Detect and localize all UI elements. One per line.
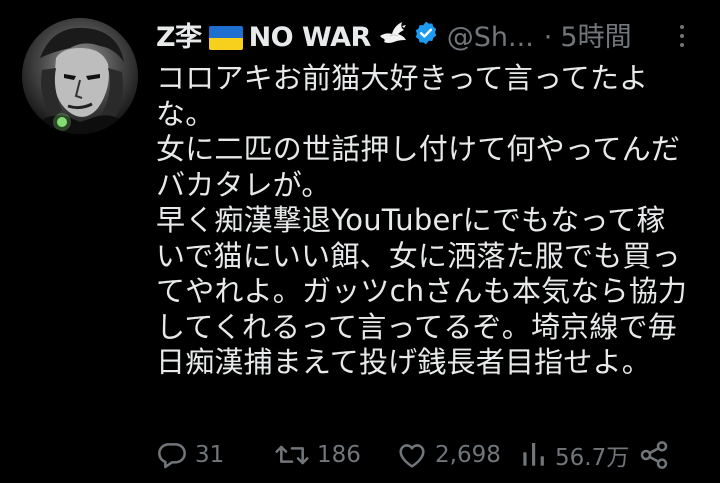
like-icon — [399, 444, 425, 468]
avatar[interactable] — [22, 18, 138, 134]
reply-button[interactable]: 31 — [156, 436, 224, 474]
tweet-text-line: いで猫にいい餌、女に洒落た服でも買っ — [156, 238, 681, 273]
tweet-text-line: してくれるって言ってるぞ。埼京線で毎 — [156, 309, 677, 344]
like-count: 2,698 — [435, 442, 501, 468]
reply-icon — [158, 443, 186, 469]
separator-dot: · — [543, 22, 553, 53]
tweet-text-line: 早く痴漢撃退YouTuberにでもなって稼 — [156, 203, 666, 237]
tweet-header: Z李 NO WAR @Sh... · 5時間 — [156, 18, 632, 58]
retweet-count: 186 — [317, 442, 361, 468]
views-icon — [523, 443, 544, 466]
user-handle[interactable]: @Sh... — [447, 18, 534, 58]
tweet-text-line: 女に二匹の世話押し付けて何やってんだ — [156, 132, 681, 166]
share-icon — [640, 441, 668, 469]
tweet-text-line: な。 — [156, 96, 215, 131]
views-count: 56.7万 — [555, 445, 630, 471]
retweet-icon — [275, 445, 309, 465]
tweet-text-line: 日痴漢捕まえて投げ銭長者目指せよ。 — [156, 345, 651, 379]
dove-icon — [378, 18, 408, 58]
share-button[interactable] — [638, 436, 670, 474]
timestamp[interactable]: 5時間 — [560, 18, 631, 58]
ukraine-flag-icon — [208, 26, 243, 50]
tweet-text-line: コロアキお前猫大好きって言ってたよ — [156, 61, 649, 95]
display-name[interactable]: Z李 — [156, 18, 202, 58]
reply-count: 31 — [195, 442, 225, 468]
like-button[interactable]: 2,698 — [396, 436, 501, 474]
tweet-text-line: てやれよ。ガッツchさんも本気なら協力 — [156, 274, 688, 308]
display-name-suffix[interactable]: NO WAR — [249, 18, 372, 58]
views-button[interactable]: 56.7万 — [520, 436, 629, 474]
tweet-actions: 31 186 2,698 56.7万 — [156, 436, 696, 474]
more-icon[interactable] — [672, 20, 692, 56]
verified-badge-icon — [413, 18, 439, 58]
tweet[interactable]: Z李 NO WAR @Sh... · 5時間 コロアキお前猫大好きって言ってたよ… — [0, 0, 720, 483]
avatar-image — [22, 18, 138, 134]
retweet-button[interactable]: 186 — [274, 436, 361, 474]
tweet-text: コロアキお前猫大好きって言ってたよ な。 女に二匹の世話押し付けて何やってんだ … — [156, 61, 704, 381]
tweet-text-line: バカタレが。 — [156, 167, 331, 202]
